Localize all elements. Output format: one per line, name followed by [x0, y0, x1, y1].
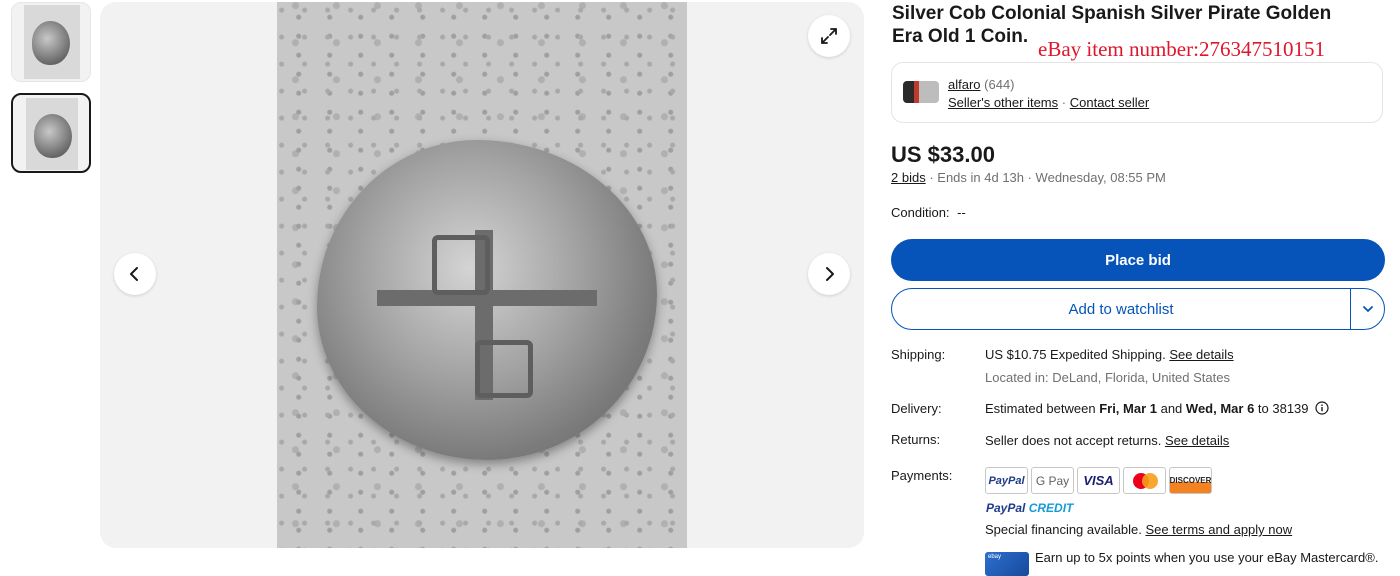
- place-bid-button[interactable]: Place bid: [891, 239, 1385, 281]
- returns-details-link[interactable]: See details: [1165, 433, 1229, 448]
- ebay-mastercard-icon: ebay: [985, 552, 1029, 576]
- chevron-right-icon: [826, 267, 834, 281]
- delivery-start-date: Fri, Mar 1: [1099, 401, 1157, 416]
- watchlist-dropdown-button[interactable]: [1351, 289, 1385, 329]
- delivery-label: Delivery:: [891, 401, 942, 416]
- delivery-end-date: Wed, Mar 6: [1185, 401, 1255, 416]
- mastercard-icon: [1123, 467, 1166, 494]
- thumbnail-2-selected[interactable]: [11, 93, 91, 173]
- payment-methods: PayPal G Pay VISA DISCOVER: [985, 467, 1212, 494]
- expand-icon: [821, 28, 837, 44]
- info-icon[interactable]: [1315, 401, 1329, 415]
- contact-seller-link[interactable]: Contact seller: [1070, 95, 1149, 110]
- thumbnail-2-image: [26, 98, 78, 170]
- seller-links-separator: ·: [1061, 95, 1067, 110]
- shipping-price: US $10.75: [985, 347, 1047, 362]
- paypal-credit-logo: PayPal CREDIT: [986, 501, 1074, 515]
- discover-icon: DISCOVER: [1169, 467, 1212, 494]
- previous-image-button[interactable]: [114, 253, 156, 295]
- condition-value: --: [957, 205, 966, 220]
- condition-label: Condition:: [891, 205, 950, 220]
- seller-card: alfaro (644) Seller's other items · Cont…: [891, 62, 1383, 123]
- next-image-button[interactable]: [808, 253, 850, 295]
- thumbnail-1[interactable]: [11, 2, 91, 82]
- main-product-image[interactable]: [277, 2, 687, 548]
- financing-text: Special financing available.: [985, 522, 1146, 537]
- thumbnail-1-image: [24, 5, 80, 79]
- watchlist-control: Add to watchlist: [891, 288, 1385, 330]
- expand-image-button[interactable]: [808, 15, 850, 57]
- chevron-down-icon: [1363, 306, 1373, 312]
- auction-end-time: · Ends in 4d 13h · Wednesday, 08:55 PM: [929, 170, 1166, 185]
- shipping-details-link[interactable]: See details: [1169, 347, 1233, 362]
- seller-other-items-link[interactable]: Seller's other items: [948, 95, 1058, 110]
- delivery-middle: and: [1156, 401, 1186, 416]
- seller-avatar[interactable]: [903, 81, 939, 103]
- seller-feedback-count: (644): [984, 77, 1015, 92]
- payments-label: Payments:: [891, 468, 953, 483]
- shipping-method: Expedited Shipping.: [1046, 347, 1170, 362]
- financing-terms-link[interactable]: See terms and apply now: [1145, 522, 1292, 537]
- add-to-watchlist-button[interactable]: Add to watchlist: [892, 289, 1350, 329]
- seller-name-link[interactable]: alfaro: [948, 77, 981, 92]
- paypal-icon: PayPal: [985, 467, 1028, 494]
- image-gallery: [100, 2, 864, 548]
- current-price: US $33.00: [891, 142, 995, 167]
- google-pay-icon: G Pay: [1031, 467, 1074, 494]
- coin-picture: [317, 140, 657, 460]
- delivery-prefix: Estimated between: [985, 401, 1100, 416]
- item-location: Located in: DeLand, Florida, United Stat…: [985, 370, 1230, 385]
- chevron-left-icon: [130, 267, 138, 281]
- mastercard-points-text: Earn up to 5x points when you use your e…: [1035, 550, 1379, 565]
- returns-policy: Seller does not accept returns.: [985, 433, 1165, 448]
- bid-count-link[interactable]: 2 bids: [891, 170, 926, 185]
- shipping-label: Shipping:: [891, 347, 946, 362]
- visa-icon: VISA: [1077, 467, 1120, 494]
- delivery-zip: to 38139: [1254, 401, 1309, 416]
- item-number-watermark: eBay item number:276347510151: [1038, 37, 1325, 61]
- returns-label: Returns:: [891, 432, 941, 447]
